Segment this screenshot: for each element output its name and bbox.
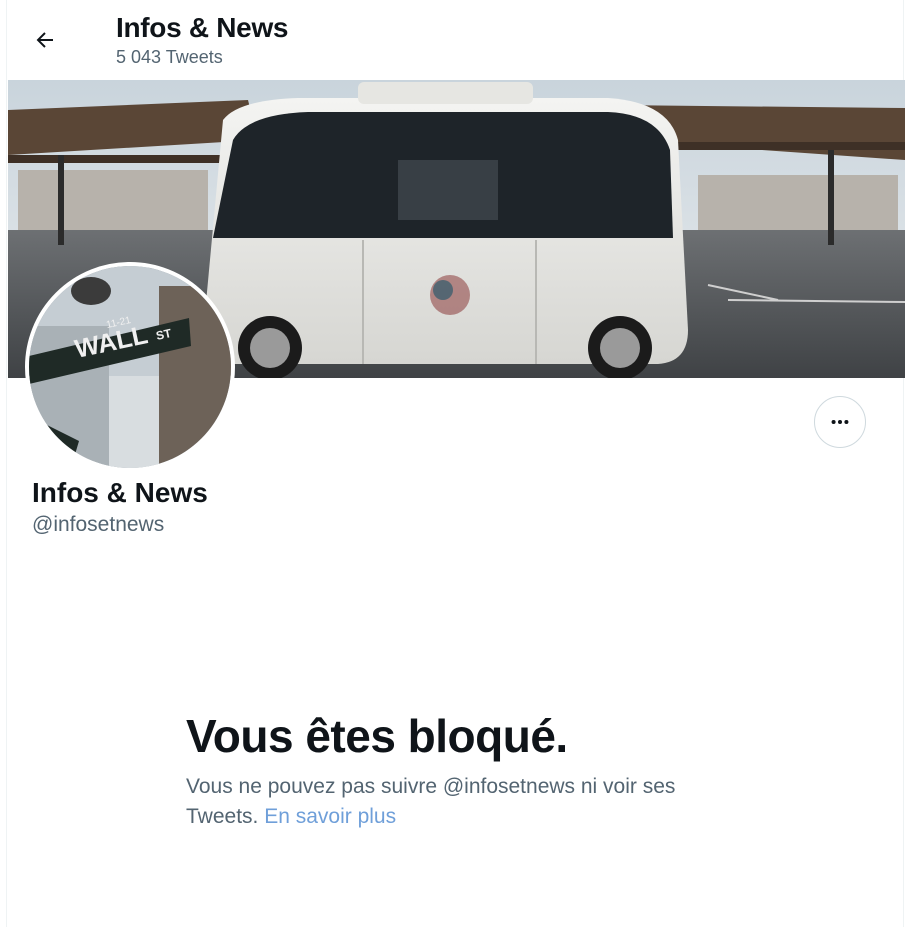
avatar[interactable]: WALL ST 11-21 bbox=[25, 262, 235, 472]
top-bar: Infos & News 5 043 Tweets bbox=[7, 0, 905, 80]
profile-name: Infos & News bbox=[32, 477, 208, 508]
arrow-left-icon bbox=[36, 32, 53, 48]
blocked-notice: Vous êtes bloqué. Vous ne pouvez pas sui… bbox=[186, 708, 726, 832]
tweet-count: 5 043 Tweets bbox=[116, 47, 223, 67]
blocked-message: Vous ne pouvez pas suivre @infosetnews n… bbox=[186, 772, 726, 832]
page-title: Infos & News bbox=[116, 12, 289, 43]
profile-handle: @infosetnews bbox=[32, 513, 165, 536]
profile-column: Infos & News 5 043 Tweets WALL ST 11-21 … bbox=[6, 0, 905, 927]
more-horizontal-icon bbox=[831, 419, 849, 425]
blocked-title: Vous êtes bloqué. bbox=[186, 710, 568, 762]
back-button[interactable] bbox=[27, 22, 63, 58]
more-button[interactable] bbox=[814, 396, 866, 448]
learn-more-link[interactable]: En savoir plus bbox=[264, 805, 396, 828]
avatar-image: WALL ST 11-21 bbox=[29, 266, 231, 468]
blocked-text: Vous ne pouvez pas suivre @infosetnews n… bbox=[186, 775, 676, 828]
